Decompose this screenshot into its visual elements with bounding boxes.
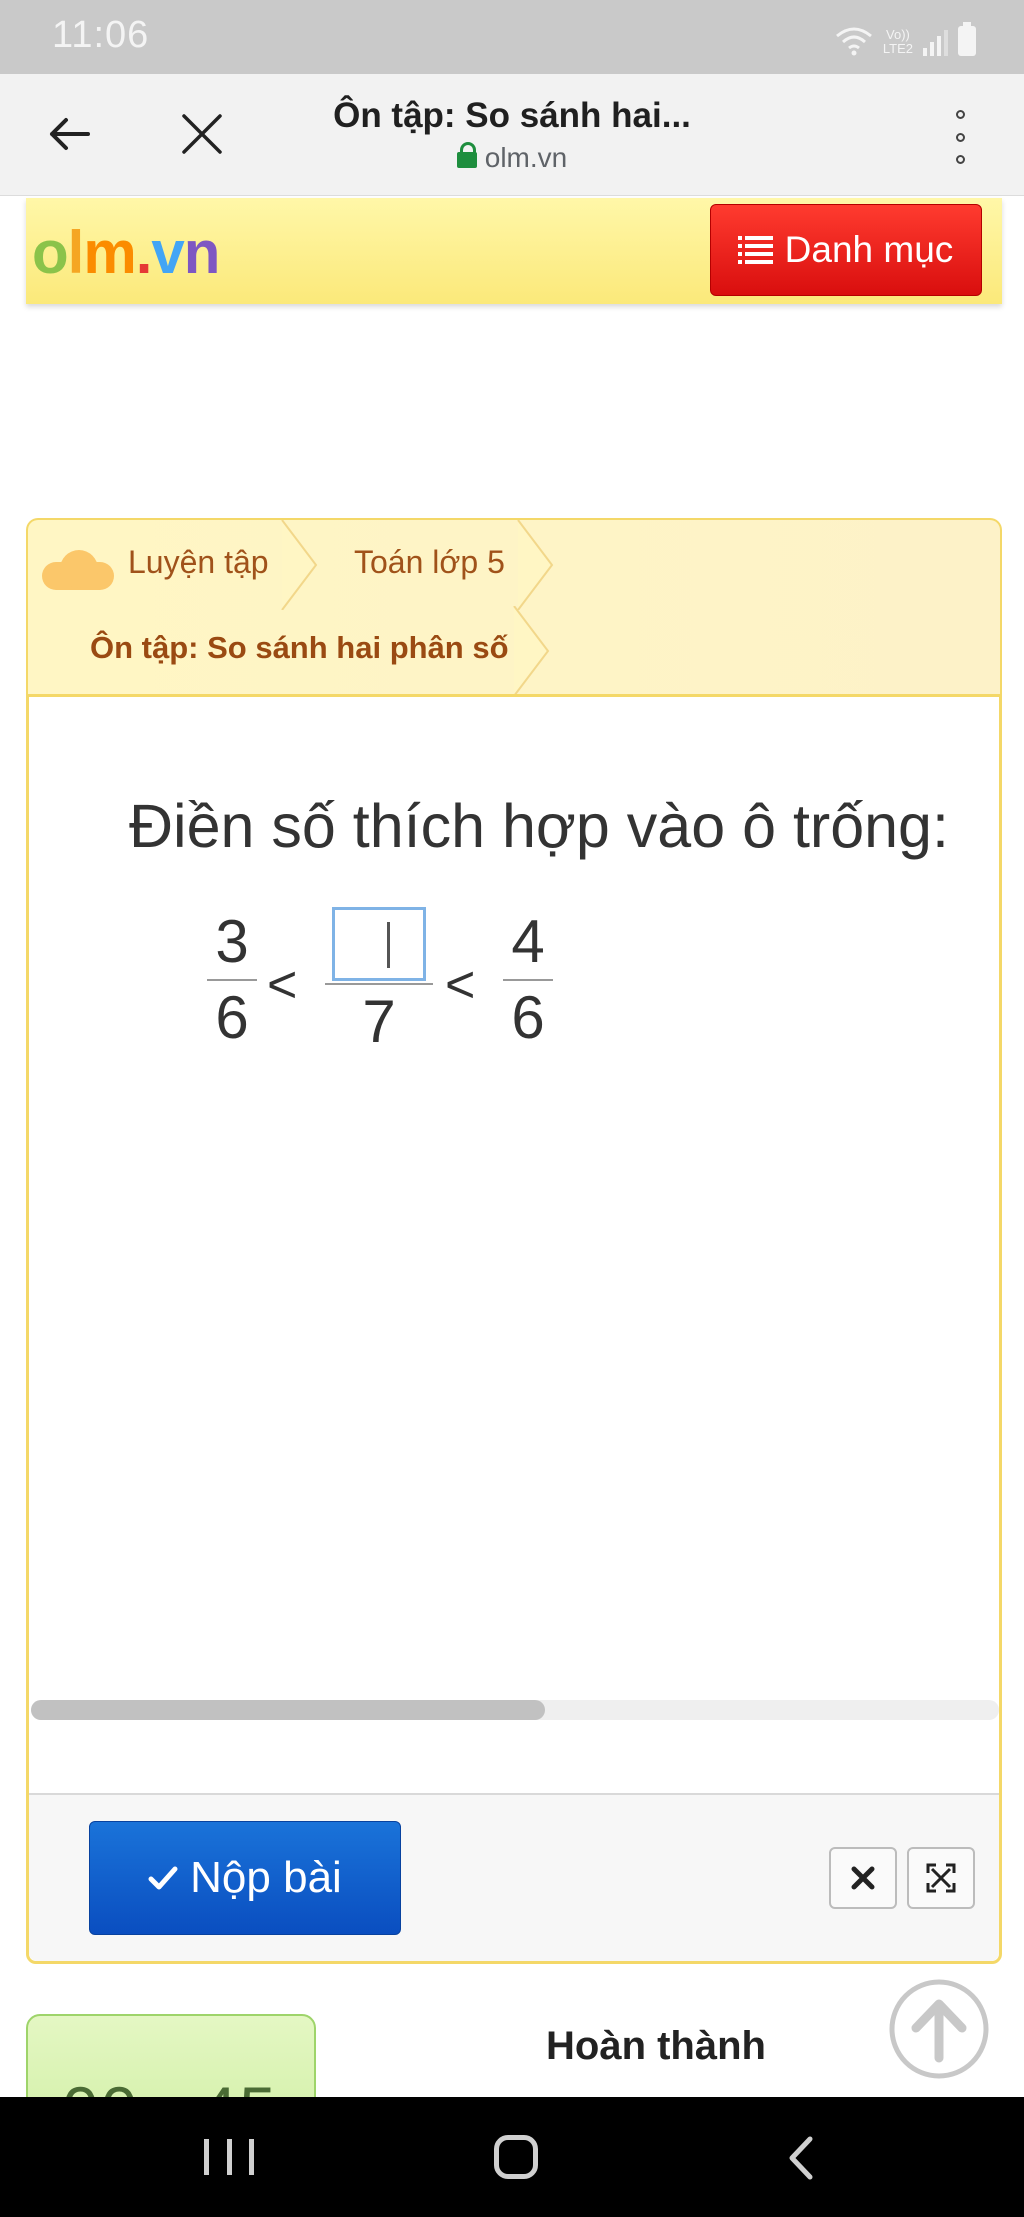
text-cursor bbox=[387, 922, 390, 968]
logo-letter: l bbox=[67, 219, 85, 286]
logo-letter: n bbox=[183, 219, 221, 286]
exercise-footer: Nộp bài bbox=[29, 1793, 999, 1961]
submit-button-label: Nộp bài bbox=[190, 1853, 342, 1902]
cloud-icon bbox=[42, 550, 114, 590]
close-button[interactable] bbox=[829, 1847, 897, 1909]
network-label-voice: Vo)) bbox=[886, 27, 910, 42]
breadcrumb-separator bbox=[517, 520, 554, 610]
lock-icon bbox=[456, 142, 477, 168]
exercise-panel: Điền số thích hợp vào ô trống: 3 6 < 7 <… bbox=[26, 694, 1002, 1964]
fraction-left: 3 6 bbox=[207, 907, 257, 1053]
more-vert-icon[interactable] bbox=[940, 110, 980, 164]
fullscreen-button[interactable] bbox=[907, 1847, 975, 1909]
breadcrumb-separator bbox=[513, 606, 550, 696]
checkmark-icon bbox=[148, 1866, 178, 1890]
fraction-denominator: 6 bbox=[511, 984, 545, 1051]
network-label: Vo)) LTE2 bbox=[883, 28, 913, 56]
breadcrumb-item-math-grade5[interactable]: Toán lớp 5 bbox=[354, 544, 505, 581]
fraction-bar bbox=[207, 979, 257, 981]
signal-icon bbox=[923, 26, 948, 56]
less-than-sign: < bbox=[445, 956, 476, 1014]
scroll-to-top-icon[interactable] bbox=[886, 1976, 992, 2082]
menu-button[interactable]: Danh mục bbox=[710, 204, 982, 296]
status-time: 11:06 bbox=[52, 14, 150, 56]
breadcrumb-item-practice[interactable]: Luyện tập bbox=[128, 544, 269, 581]
submit-button[interactable]: Nộp bài bbox=[89, 1821, 401, 1935]
logo-letter: m bbox=[83, 219, 136, 286]
fraction-bar bbox=[325, 983, 433, 985]
breadcrumb-separator bbox=[281, 520, 318, 610]
battery-icon bbox=[958, 22, 976, 56]
close-icon bbox=[851, 1866, 875, 1890]
exercise-instruction: Điền số thích hợp vào ô trống: bbox=[129, 792, 949, 860]
recents-icon[interactable] bbox=[204, 2139, 254, 2175]
fraction-bar bbox=[503, 979, 553, 981]
url-text: olm.vn bbox=[484, 142, 568, 173]
logo-letter: v bbox=[151, 219, 184, 286]
network-label-lte: LTE2 bbox=[882, 41, 913, 56]
wifi-icon bbox=[835, 27, 872, 56]
fraction-denominator: 6 bbox=[215, 984, 249, 1051]
logo-letter: o bbox=[32, 219, 69, 286]
page-title: Ôn tập: So sánh hai... bbox=[333, 96, 691, 135]
fullscreen-icon bbox=[926, 1863, 956, 1893]
completion-label: Hoàn thành bbox=[546, 2024, 766, 2068]
home-icon[interactable] bbox=[494, 2135, 538, 2179]
logo-letter: . bbox=[135, 219, 153, 286]
url-display[interactable]: olm.vn bbox=[0, 142, 1024, 174]
menu-button-label: Danh mục bbox=[784, 229, 954, 270]
breadcrumb: Luyện tập Toán lớp 5 Ôn tập: So sánh hai… bbox=[26, 518, 1002, 696]
site-logo[interactable]: olm.vn bbox=[32, 218, 221, 287]
fraction-numerator: 4 bbox=[511, 908, 545, 975]
screen: 11:06 Vo)) LTE2 Ôn tập: So sánh hai... o… bbox=[0, 0, 1024, 2217]
system-nav-bar bbox=[0, 2097, 1024, 2217]
fraction-right: 4 6 bbox=[503, 907, 553, 1053]
less-than-sign: < bbox=[267, 956, 298, 1014]
fraction-denominator: 7 bbox=[362, 988, 396, 1055]
status-bar: 11:06 Vo)) LTE2 bbox=[0, 0, 1024, 74]
scrollbar-thumb[interactable] bbox=[31, 1700, 545, 1720]
fraction-numerator: 3 bbox=[215, 908, 249, 975]
back-icon[interactable] bbox=[782, 2135, 822, 2181]
browser-toolbar: Ôn tập: So sánh hai... olm.vn bbox=[0, 74, 1024, 196]
breadcrumb-current: Ôn tập: So sánh hai phân số bbox=[90, 630, 509, 665]
answer-input[interactable] bbox=[332, 907, 426, 981]
status-icons: Vo)) LTE2 bbox=[835, 20, 976, 56]
site-header: olm.vn Danh mục bbox=[26, 198, 1002, 304]
list-icon bbox=[737, 236, 773, 264]
horizontal-scrollbar[interactable] bbox=[31, 1700, 999, 1720]
fraction-middle: 7 bbox=[325, 907, 433, 1057]
